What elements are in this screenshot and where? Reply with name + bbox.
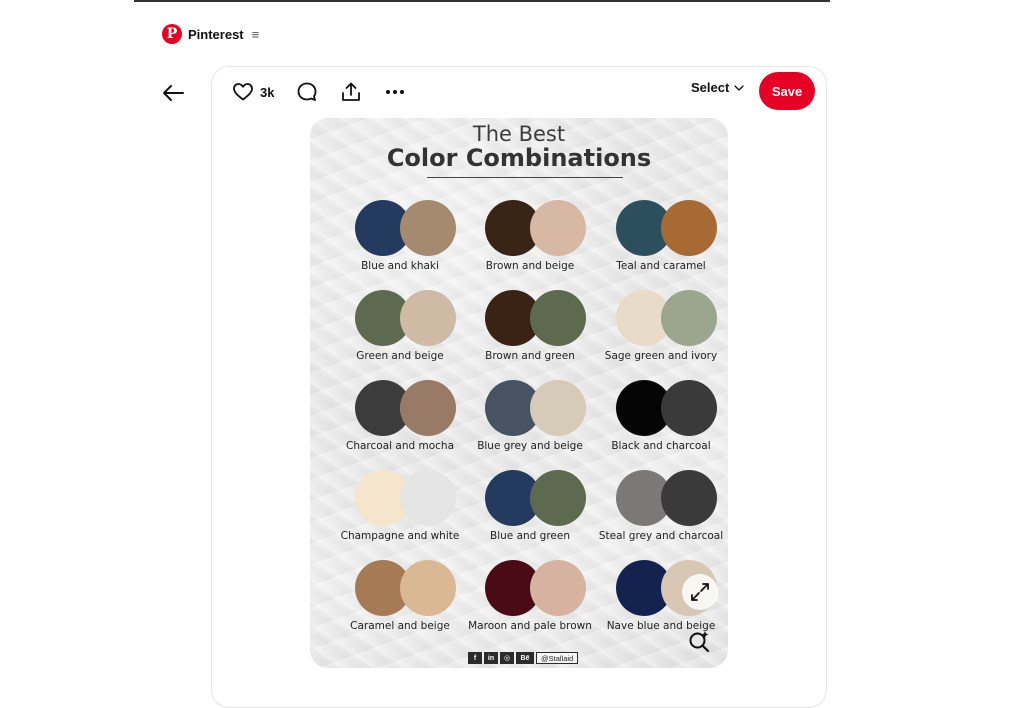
- color-combo: Brown and green: [460, 290, 600, 370]
- menu-icon[interactable]: ≡: [252, 27, 260, 42]
- color-swatch: [661, 470, 717, 526]
- color-swatch: [661, 200, 717, 256]
- behance-icon: Bē: [516, 652, 534, 664]
- facebook-icon: f: [468, 652, 482, 664]
- combo-label: Teal and caramel: [616, 260, 706, 272]
- pinterest-logo-icon: P: [162, 24, 182, 44]
- expand-button[interactable]: [682, 574, 718, 610]
- share-icon: [342, 82, 361, 101]
- color-swatch: [400, 560, 456, 616]
- linkedin-icon: in: [484, 652, 498, 664]
- visual-search-button[interactable]: [684, 626, 714, 656]
- color-swatch: [400, 380, 456, 436]
- combo-label: Steal grey and charcoal: [598, 530, 724, 542]
- comment-icon: [298, 82, 317, 101]
- color-swatch: [661, 380, 717, 436]
- color-combo: Caramel and beige: [330, 560, 470, 640]
- like-button[interactable]: [232, 74, 254, 110]
- social-handle: @Stallaid: [536, 652, 579, 664]
- color-combo: Steal grey and charcoal: [591, 470, 728, 550]
- color-combo: Maroon and pale brown: [460, 560, 600, 640]
- color-combo: Sage green and ivory: [591, 290, 728, 370]
- pin-image[interactable]: The Best Color Combinations Blue and kha…: [310, 118, 728, 668]
- color-swatch: [530, 200, 586, 256]
- select-label: Select: [691, 80, 730, 95]
- like-group: 3k: [232, 74, 274, 110]
- select-board-button[interactable]: Select: [691, 80, 744, 95]
- color-combo: Blue and khaki: [330, 200, 470, 280]
- like-count: 3k: [260, 84, 275, 100]
- color-swatch: [530, 380, 586, 436]
- social-bar: f in ◎ Bē @Stallaid: [468, 652, 579, 664]
- back-button[interactable]: [160, 80, 186, 106]
- color-swatch: [530, 560, 586, 616]
- color-swatch: [661, 290, 717, 346]
- color-combo: Blue and green: [460, 470, 600, 550]
- share-button[interactable]: [340, 74, 362, 110]
- brand[interactable]: P Pinterest ≡: [162, 23, 259, 45]
- color-swatch: [530, 470, 586, 526]
- instagram-icon: ◎: [500, 652, 514, 664]
- brand-name: Pinterest: [188, 26, 244, 42]
- arrow-left-icon: [163, 85, 184, 101]
- more-button[interactable]: [384, 74, 406, 110]
- combo-label: Sage green and ivory: [604, 350, 718, 362]
- save-button[interactable]: Save: [759, 72, 815, 110]
- color-swatch: [400, 290, 456, 346]
- more-icon: [386, 90, 405, 94]
- color-combo: Champagne and white: [330, 470, 470, 550]
- heart-icon: [233, 83, 253, 101]
- combo-label: Black and charcoal: [611, 440, 711, 452]
- lens-icon: [689, 631, 710, 652]
- color-combo: Black and charcoal: [591, 380, 728, 460]
- color-combo: Teal and caramel: [591, 200, 728, 280]
- title-underline: [427, 177, 623, 178]
- pin-title-line2: Color Combinations: [386, 144, 652, 172]
- color-combo: Green and beige: [330, 290, 470, 370]
- chevron-down-icon: [734, 84, 744, 91]
- color-combo: Charcoal and mocha: [330, 380, 470, 460]
- color-swatch: [400, 470, 456, 526]
- comment-button[interactable]: [296, 74, 318, 110]
- color-swatch: [400, 200, 456, 256]
- expand-icon: [691, 583, 709, 601]
- color-combo: Blue grey and beige: [460, 380, 600, 460]
- color-swatch: [530, 290, 586, 346]
- color-combo: Brown and beige: [460, 200, 600, 280]
- top-divider: [134, 0, 830, 2]
- pin-title-line1: The Best: [472, 122, 566, 146]
- pin-toolbar: 3k Select Save: [232, 72, 816, 112]
